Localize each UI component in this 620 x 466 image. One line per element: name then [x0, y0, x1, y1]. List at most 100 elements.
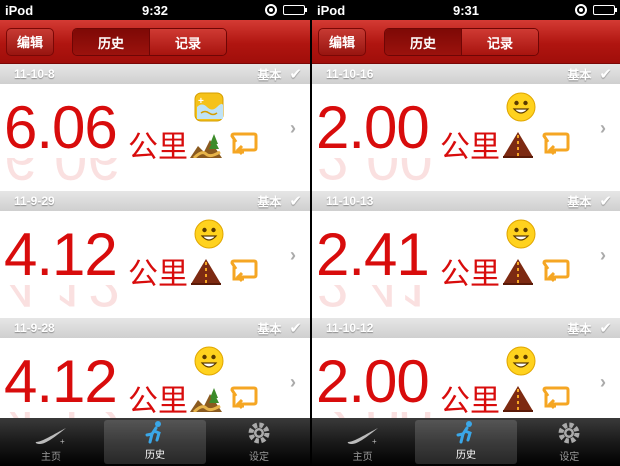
- tab-label: 历史: [145, 450, 165, 461]
- smiley-icon: [194, 346, 224, 376]
- run-type: 基本: [257, 194, 282, 209]
- share-icon[interactable]: [230, 257, 258, 283]
- trail-icon: [190, 130, 222, 160]
- run-distance: 4.12: [4, 221, 118, 288]
- check-icon: ✔: [599, 193, 612, 210]
- tab-history[interactable]: 历史: [104, 420, 206, 464]
- orientation-lock-icon: [265, 4, 277, 16]
- tab-label: 主页: [41, 452, 61, 463]
- chevron-right-icon: ›: [290, 118, 296, 138]
- runner-icon: [456, 421, 472, 444]
- tab-label: 设定: [559, 452, 580, 463]
- distance-unit: 公里: [440, 258, 500, 291]
- distance-unit: 公里: [440, 385, 500, 418]
- tab-bar: + 主页 历史 设定: [0, 418, 310, 466]
- trail-icon: [190, 384, 222, 414]
- road-icon: [502, 384, 534, 412]
- share-icon[interactable]: [230, 384, 258, 410]
- run-body: 2.002.00公里›: [312, 338, 620, 418]
- tab-history[interactable]: 历史: [415, 420, 517, 464]
- distance-reflection: 2.41: [316, 285, 433, 315]
- phone-screen: iPod 9:31 编辑 历史 记录 11-10-16基本✔2.002.00公里…: [310, 0, 620, 466]
- run-type: 基本: [257, 67, 282, 82]
- road-icon: [502, 257, 534, 285]
- run-header: 11-9-28 基本 ✔: [0, 318, 310, 338]
- distance-reflection: 6.06: [4, 158, 121, 188]
- battery-icon: [283, 5, 307, 15]
- run-type: 基本: [567, 67, 592, 82]
- run-row[interactable]: 11-10-16 基本 ✔2.002.00公里›: [312, 64, 620, 191]
- svg-text:+: +: [198, 96, 204, 107]
- run-list: 11-10-16基本✔2.002.00公里›11-10-13基本✔2.412.4…: [312, 64, 620, 418]
- run-body: 4.124.12公里›: [0, 338, 310, 418]
- distance-unit: 公里: [128, 258, 188, 291]
- segment-records[interactable]: 记录: [461, 29, 538, 55]
- share-icon[interactable]: [230, 130, 258, 156]
- smiley-icon: [506, 219, 536, 249]
- road-icon: [190, 257, 222, 285]
- run-type: 基本: [567, 321, 592, 336]
- status-bar: iPod 9:32: [0, 0, 310, 20]
- svg-text:+: +: [372, 437, 377, 446]
- distance-reflection: 4.12: [4, 285, 121, 315]
- tab-settings[interactable]: 设定: [519, 418, 620, 466]
- distance-unit: 公里: [128, 131, 188, 164]
- distance-unit: 公里: [440, 131, 500, 164]
- run-row[interactable]: 11-9-29基本✔4.124.12公里›: [0, 191, 310, 318]
- run-row[interactable]: 11-10-13基本✔2.412.41公里›: [312, 191, 620, 318]
- check-icon: ✔: [599, 66, 612, 83]
- run-type: 基本: [567, 194, 592, 209]
- segmented-control: 历史 记录: [384, 28, 539, 56]
- edit-button[interactable]: 编辑: [318, 27, 367, 56]
- edit-button[interactable]: 编辑: [6, 27, 55, 56]
- smiley-icon: [194, 219, 224, 249]
- run-row[interactable]: 11-9-28基本✔4.124.12公里›: [0, 318, 310, 418]
- check-icon: ✔: [599, 320, 612, 337]
- run-date: 11-10-13: [326, 194, 374, 208]
- run-date: 11-9-29: [14, 194, 55, 208]
- clock: 9:32: [141, 2, 169, 18]
- run-date: 11-10-8: [14, 67, 55, 81]
- tab-label: 设定: [249, 452, 269, 463]
- run-date: 11-9-28: [14, 321, 55, 335]
- run-row[interactable]: 11-10-12基本✔2.002.00公里›: [312, 318, 620, 418]
- run-distance: 2.41: [316, 221, 430, 288]
- tab-label: 历史: [455, 450, 476, 461]
- nav-bar: 编辑 历史 记录: [0, 20, 310, 64]
- tab-bar: + 主页 历史 设定: [312, 418, 620, 466]
- run-date: 11-10-16: [326, 67, 374, 81]
- run-distance: 4.12: [4, 348, 118, 415]
- run-distance: 2.00: [316, 348, 430, 415]
- chevron-right-icon: ›: [290, 372, 296, 392]
- run-header: 11-10-13 基本 ✔: [312, 191, 620, 211]
- share-icon[interactable]: [542, 130, 570, 156]
- segment-history[interactable]: 历史: [73, 29, 149, 55]
- swoosh-icon: +: [347, 428, 378, 446]
- run-distance: 2.00: [316, 94, 430, 161]
- run-list: 11-10-8基本✔6.066.06公里+›11-9-29基本✔4.124.12…: [0, 64, 310, 418]
- segment-records[interactable]: 记录: [149, 29, 226, 55]
- run-body: 4.124.12公里›: [0, 211, 310, 318]
- segmented-control: 历史 记录: [72, 28, 227, 56]
- run-distance: 6.06: [4, 94, 118, 161]
- tab-home[interactable]: + 主页: [0, 418, 102, 466]
- check-icon: ✔: [289, 320, 302, 337]
- clock: 9:31: [452, 2, 480, 18]
- runner-icon: [145, 421, 161, 444]
- run-row[interactable]: 11-10-8基本✔6.066.06公里+›: [0, 64, 310, 191]
- share-icon[interactable]: [542, 384, 570, 410]
- run-header: 11-10-12 基本 ✔: [312, 318, 620, 338]
- segment-history[interactable]: 历史: [385, 29, 461, 55]
- distance-reflection: 2.00: [316, 158, 433, 188]
- gear-icon: [558, 422, 580, 444]
- tab-home[interactable]: + 主页: [312, 418, 413, 466]
- orientation-lock-icon: [575, 4, 587, 16]
- share-icon[interactable]: [542, 257, 570, 283]
- distance-unit: 公里: [128, 385, 188, 418]
- run-body: 2.002.00公里›: [312, 84, 620, 191]
- svg-text:+: +: [60, 437, 65, 446]
- smiley-icon: [506, 346, 536, 376]
- tab-settings[interactable]: 设定: [208, 418, 310, 466]
- road-icon: [502, 130, 534, 158]
- chevron-right-icon: ›: [600, 245, 606, 265]
